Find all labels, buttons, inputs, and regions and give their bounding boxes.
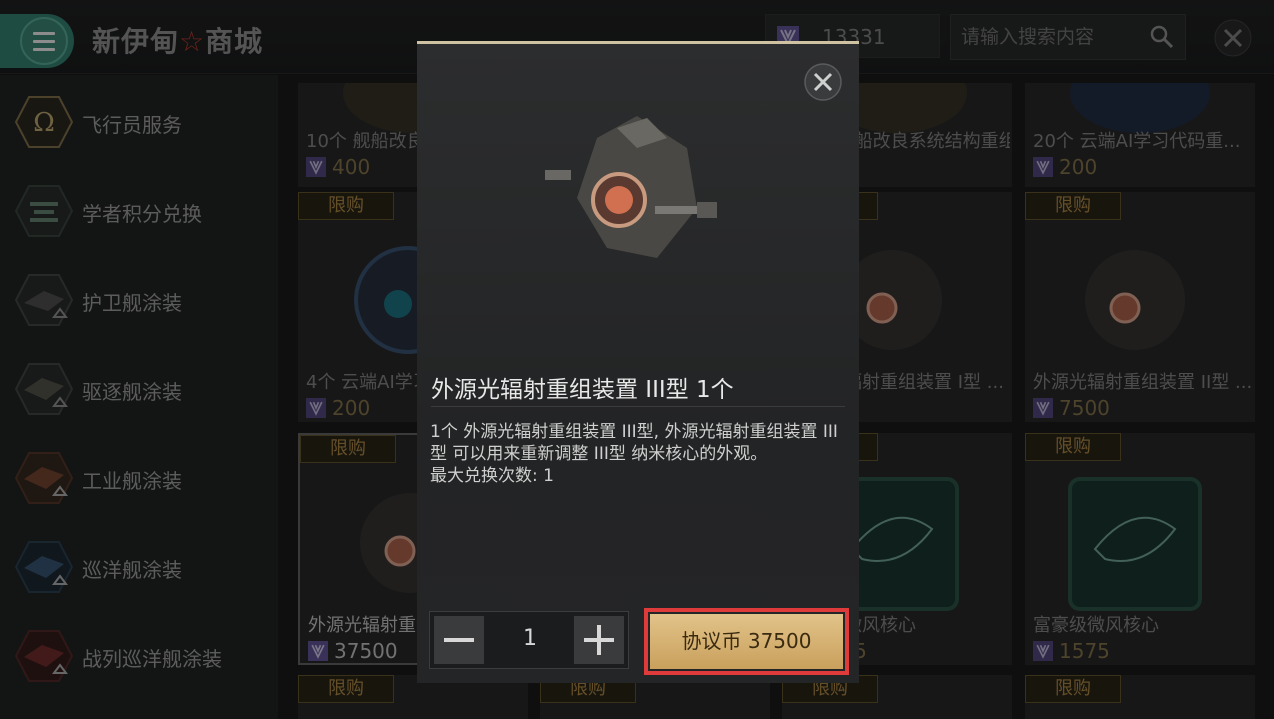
product-title: 外源光辐射重组装置 III型 1个 [431, 377, 734, 403]
plus-icon [584, 625, 614, 655]
description-text: 1个 外源光辐射重组装置 III型, 外源光辐射重组装置 III型 可以用来重新… [430, 422, 838, 464]
quantity-stepper: 1 [429, 611, 629, 669]
buy-button[interactable]: 协议币 37500 [650, 614, 843, 669]
quantity-value: 1 [523, 626, 537, 651]
divider [431, 406, 845, 407]
max-exchange-count: 最大兑换次数: 1 [430, 466, 554, 486]
increase-button[interactable] [574, 616, 624, 664]
decrease-button[interactable] [434, 616, 484, 664]
product-description: 1个 外源光辐射重组装置 III型, 外源光辐射重组装置 III型 可以用来重新… [430, 421, 848, 487]
product-preview-image [545, 116, 717, 258]
minus-icon [444, 638, 474, 642]
product-detail-modal: 外源光辐射重组装置 III型 1个 1个 外源光辐射重组装置 III型, 外源光… [417, 41, 859, 683]
buy-button-highlight[interactable]: 协议币 37500 [644, 608, 849, 675]
close-icon[interactable] [803, 62, 843, 102]
